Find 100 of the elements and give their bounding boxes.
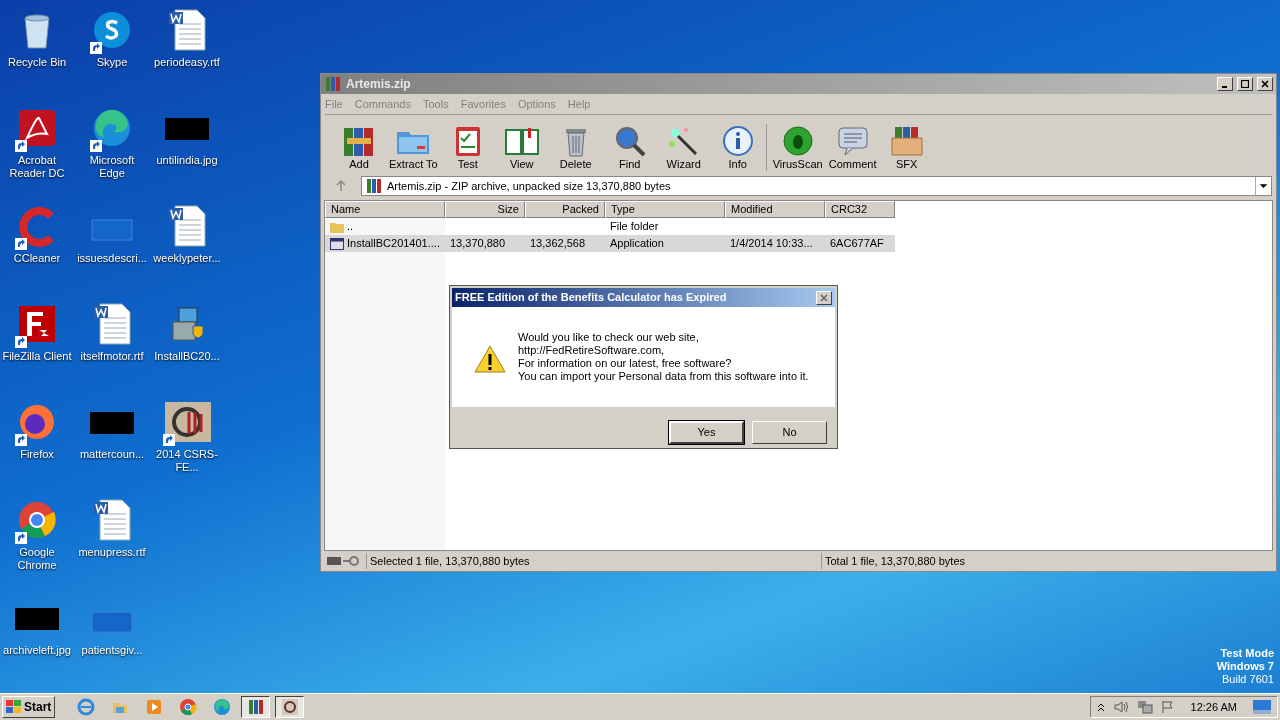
- toolbar-button[interactable]: Add: [333, 124, 385, 171]
- desktop-icon-label: Microsoft Edge: [88, 154, 136, 180]
- books-icon: [324, 75, 342, 93]
- os-info-text: Test Mode: [1220, 647, 1274, 660]
- column-header[interactable]: Size: [445, 201, 525, 218]
- path-text: Artemis.zip - ZIP archive, unpacked size 13,370,880 bytes: [387, 178, 672, 194]
- column-header[interactable]: Type: [605, 201, 725, 218]
- warning-icon: [474, 345, 506, 373]
- desktop-icon-label: mattercoun...: [78, 448, 146, 461]
- start-button[interactable]: Start: [2, 696, 56, 718]
- close-icon: [1261, 80, 1269, 88]
- folder-icon: [330, 220, 344, 233]
- show-desktop-icon: [1253, 700, 1271, 714]
- windows-logo-icon: [6, 700, 22, 714]
- desktop-icon[interactable]: itselfmotor.rtf: [75, 300, 149, 398]
- close-icon: [820, 293, 828, 302]
- status-text: Total 1 file, 13,370,880 bytes: [821, 552, 1273, 570]
- box-icon: [888, 124, 925, 158]
- table-cell-text: ..: [347, 219, 354, 235]
- desktop-icon-label: CCleaner: [12, 252, 62, 265]
- desktop-icon[interactable]: 2014 CSRS-FE...: [150, 398, 224, 496]
- desktop-icon-label: 2014 CSRS-FE...: [155, 448, 219, 474]
- column-header[interactable]: CRC32: [825, 201, 895, 218]
- table-cell-text: 13,362,568: [530, 236, 586, 252]
- toolbar-button[interactable]: Find: [603, 124, 656, 171]
- os-info-text: Build 7601: [1222, 673, 1274, 686]
- flag-icon: [1160, 700, 1175, 714]
- books-icon: [365, 177, 383, 195]
- toolbar-button[interactable]: SFX: [880, 124, 933, 171]
- desktop-icon[interactable]: untilindia.jpg: [150, 104, 224, 202]
- table-cell-text: Application: [610, 236, 664, 252]
- desktop-icon-label: InstallBC20...: [153, 350, 221, 363]
- photo-thumbnail-icon: [163, 400, 211, 444]
- table-cell-text: 13,370,880: [450, 236, 506, 252]
- app-thumbnail-icon: [280, 698, 299, 716]
- desktop-icon[interactable]: Google Chrome: [0, 496, 74, 594]
- dialog-message-line: http://FedRetireSoftware.com,: [518, 344, 666, 357]
- table-cell-text: File folder: [610, 219, 659, 235]
- toolbar-button[interactable]: Extract To: [387, 124, 440, 171]
- desktop-icon[interactable]: periodeasy.rtf: [150, 6, 224, 104]
- desktop-icon-label: periodeasy.rtf: [153, 56, 221, 69]
- window-title: Artemis.zip: [346, 76, 412, 93]
- media-player-icon: [144, 698, 163, 716]
- close-button[interactable]: [816, 290, 832, 305]
- column-header[interactable]: Modified: [725, 201, 825, 218]
- desktop-icon[interactable]: menupress.rtf: [75, 496, 149, 594]
- desktop-icon-label: Firefox: [19, 448, 55, 461]
- maximize-icon: [1241, 80, 1249, 88]
- desktop-icon-label: itselfmotor.rtf: [79, 350, 145, 363]
- desktop-icon[interactable]: Acrobat Reader DC: [0, 104, 74, 202]
- desktop-icon-label: menupress.rtf: [77, 546, 147, 559]
- desktop-icon-label: Skype: [95, 56, 129, 69]
- key-icon: [343, 556, 359, 566]
- toolbar-button[interactable]: Delete: [549, 124, 602, 171]
- toolbar-button[interactable]: VirusScan: [770, 124, 825, 171]
- toolbar-button[interactable]: Info: [711, 124, 764, 171]
- desktop-icon-label: FileZilla Client: [1, 350, 73, 363]
- path-field[interactable]: Artemis.zip - ZIP archive, unpacked size 13,370,880 bytes: [361, 176, 1272, 196]
- desktop-icon-label: archiveleft.jpg: [2, 644, 72, 657]
- toolbar-button[interactable]: Wizard: [657, 124, 710, 171]
- close-button[interactable]: [1257, 77, 1273, 91]
- toolbar-button[interactable]: Comment: [826, 124, 879, 171]
- internet-explorer-icon: [76, 698, 95, 716]
- desktop-icon[interactable]: patientsgiv...: [75, 594, 149, 692]
- desktop-icon[interactable]: Skype: [75, 6, 149, 104]
- dialog-button[interactable]: Yes: [669, 421, 744, 444]
- dialog-button[interactable]: No: [752, 421, 827, 444]
- desktop-icon-label: untilindia.jpg: [155, 154, 219, 167]
- desktop-icon-label: weeklypeter...: [152, 252, 222, 265]
- desktop-icon[interactable]: mattercoun...: [75, 398, 149, 496]
- desktop-icon[interactable]: CCleaner: [0, 202, 74, 300]
- clock-text: 12:26 AM: [1190, 699, 1237, 715]
- desktop-icon[interactable]: InstallBC20...: [150, 300, 224, 398]
- desktop-icon[interactable]: FileZilla Client: [0, 300, 74, 398]
- dialog-message-line: For information on our latest, free software?: [518, 357, 733, 370]
- file-row[interactable]: InstallBC201401.... 13,370,880 13,362,568 Application 1/4/2014 10:33... 6AC677AF: [325, 235, 895, 252]
- column-header[interactable]: Name: [325, 201, 445, 218]
- file-row[interactable]: .. File folder: [325, 218, 895, 235]
- speaker-icon: [1112, 700, 1129, 714]
- drive-icon: [327, 557, 341, 565]
- desktop-icon[interactable]: archiveleft.jpg: [0, 594, 74, 692]
- desktop-icon-label: issuesdescri...: [76, 252, 148, 265]
- os-info-text: Windows 7: [1216, 660, 1274, 673]
- desktop-icon[interactable]: weeklypeter...: [150, 202, 224, 300]
- column-header[interactable]: Packed: [525, 201, 605, 218]
- table-cell-text: 6AC677AF: [830, 236, 884, 252]
- desktop-icon[interactable]: Microsoft Edge: [75, 104, 149, 202]
- desktop-icon[interactable]: Firefox: [0, 398, 74, 496]
- desktop-icon[interactable]: issuesdescri...: [75, 202, 149, 300]
- dialog-title: FREE Edition of the Benefits Calculator has Expired: [455, 290, 728, 306]
- chevron-up-icon: [1096, 702, 1105, 712]
- edge-icon: [212, 698, 231, 716]
- chrome-icon: [178, 698, 197, 716]
- minimize-button[interactable]: [1217, 77, 1233, 91]
- maximize-button[interactable]: [1237, 77, 1253, 91]
- toolbar-button[interactable]: Test: [441, 124, 494, 171]
- taskbar-app-button[interactable]: [275, 696, 305, 718]
- toolbar-button[interactable]: View: [495, 124, 548, 171]
- taskbar-app-button[interactable]: [241, 696, 271, 718]
- desktop-icon[interactable]: Recycle Bin: [0, 6, 74, 104]
